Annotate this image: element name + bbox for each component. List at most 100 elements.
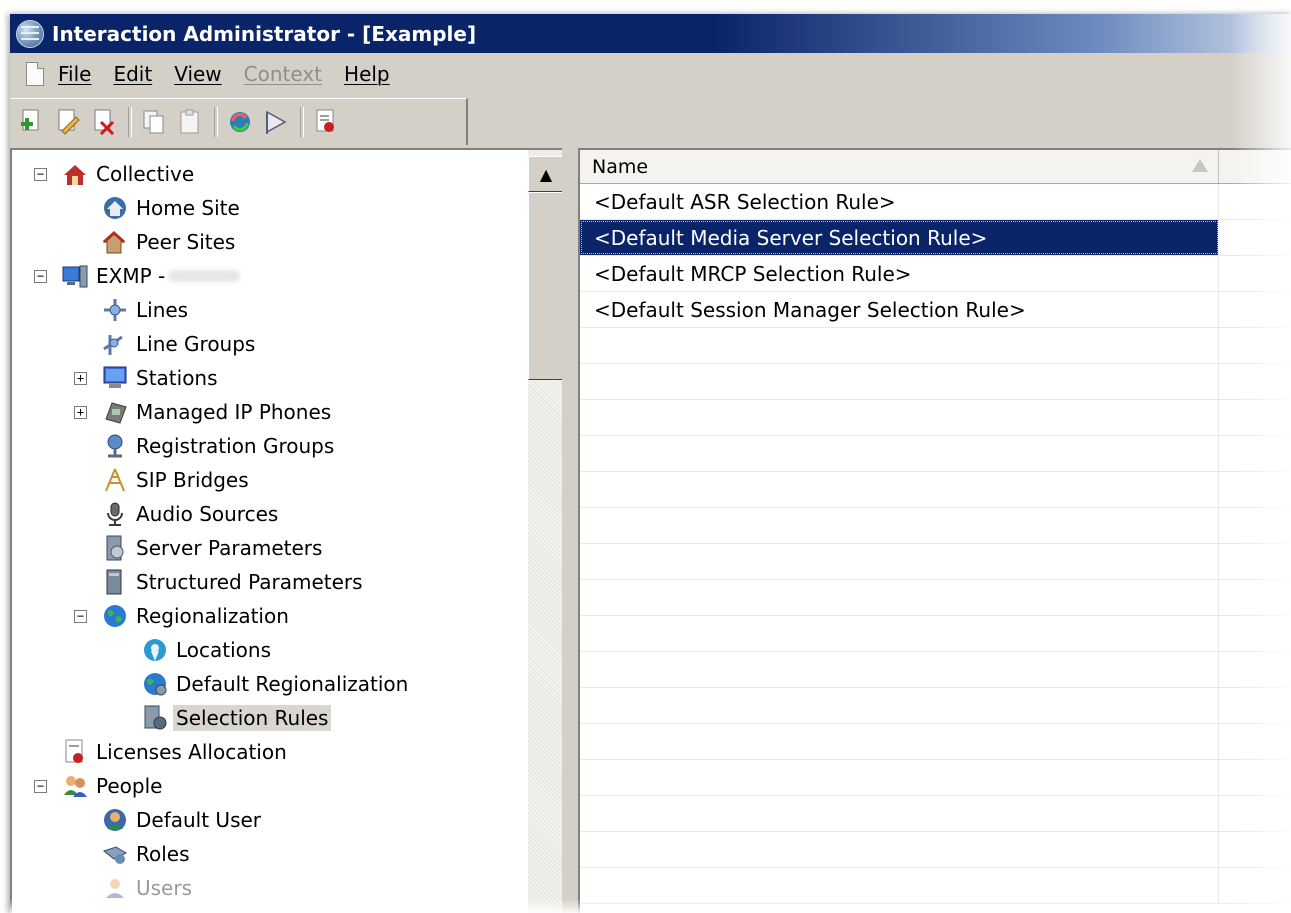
paste-icon [180, 109, 199, 134]
server-icon [62, 265, 88, 288]
list-item[interactable]: <Default MRCP Selection Rule> [580, 256, 1291, 292]
tree-item-registration-groups[interactable]: Registration Groups [102, 431, 337, 461]
empty-row [580, 508, 1291, 544]
tree-expand-button[interactable]: + [74, 372, 87, 385]
home-site-icon [104, 197, 126, 219]
phone-icon [105, 402, 127, 424]
tree-collapse-button[interactable]: − [34, 780, 47, 793]
app-globe-icon [16, 19, 44, 48]
tree-item-licenses-allocation[interactable]: Licenses Allocation [62, 737, 290, 767]
menu-bar: File Edit View Context Help [10, 56, 1291, 92]
toolbar [10, 98, 468, 145]
tree-item-sip-bridges[interactable]: SIP Bridges [102, 465, 252, 495]
list-header: Name [580, 150, 1291, 184]
copy-button[interactable] [140, 108, 168, 136]
refresh-button[interactable] [226, 108, 254, 136]
document-icon[interactable] [26, 62, 44, 86]
tree-item-people[interactable]: People [62, 771, 165, 801]
peer-sites-icon [102, 230, 126, 254]
empty-row [580, 472, 1291, 508]
list-item[interactable]: <Default ASR Selection Rule> [580, 184, 1291, 220]
tree-collapse-button[interactable]: − [74, 610, 87, 623]
empty-row [580, 688, 1291, 724]
refresh-icon [230, 112, 250, 132]
server-parameters-icon [106, 535, 124, 561]
empty-row [580, 436, 1291, 472]
empty-row [580, 580, 1291, 616]
selection-rules-list[interactable]: Name <Default ASR Selection Rule> <Defau… [578, 148, 1291, 913]
empty-row [580, 616, 1291, 652]
title-bar[interactable]: Interaction Administrator - [Example] [10, 14, 1291, 53]
tree-item-structured-parameters[interactable]: Structured Parameters [102, 567, 366, 597]
default-regionalization-icon [144, 673, 167, 696]
tree-item-home-site[interactable]: Home Site [102, 193, 243, 223]
structured-parameters-icon [106, 569, 122, 595]
tree-expand-button[interactable]: + [74, 406, 87, 419]
tree-collapse-button[interactable]: − [34, 168, 47, 181]
delete-button[interactable] [90, 108, 118, 136]
sign-icon [266, 110, 287, 134]
empty-row [580, 724, 1291, 760]
toolbar-separator [128, 107, 132, 137]
tree-item-regionalization[interactable]: Regionalization [102, 601, 292, 631]
tree-item-default-regionalization[interactable]: Default Regionalization [142, 669, 411, 699]
list-item[interactable]: <Default Session Manager Selection Rule> [580, 292, 1291, 328]
menu-file[interactable]: File [58, 62, 91, 86]
tree-item-collective[interactable]: Collective [62, 159, 197, 189]
tree-scrollbar[interactable]: ▲ [528, 150, 564, 913]
empty-row [580, 832, 1291, 868]
tree-item-selection-rules[interactable]: Selection Rules [142, 703, 332, 733]
toolbar-separator [300, 107, 304, 137]
scroll-up-button[interactable]: ▲ [528, 156, 564, 192]
navigation-tree[interactable]: − Collective Home Site Peer Sites − EXMP… [10, 148, 564, 913]
empty-row [580, 544, 1291, 580]
tree-item-default-user[interactable]: Default User [102, 805, 264, 835]
tree-item-locations[interactable]: Locations [142, 635, 274, 665]
menu-edit[interactable]: Edit [113, 62, 152, 86]
edit-button[interactable] [54, 108, 82, 136]
locations-icon [144, 639, 166, 661]
menu-help[interactable]: Help [344, 62, 390, 86]
sip-bridges-icon [105, 468, 125, 492]
window-title: Interaction Administrator - [Example] [52, 21, 477, 46]
pane-splitter[interactable] [562, 148, 578, 913]
tree-item-lines[interactable]: Lines [102, 295, 191, 325]
paste-button[interactable] [176, 108, 204, 136]
copy-icon [143, 110, 164, 134]
users-icon [106, 879, 124, 898]
tree-item-users[interactable]: Users [102, 873, 195, 903]
audio-sources-icon [107, 502, 123, 526]
tree-item-audio-sources[interactable]: Audio Sources [102, 499, 281, 529]
tree-collapse-button[interactable]: − [34, 270, 47, 283]
edit-icon [58, 109, 80, 135]
new-button[interactable] [18, 108, 46, 136]
tree-item-peer-sites[interactable]: Peer Sites [102, 227, 238, 257]
sign-button[interactable] [262, 108, 290, 136]
menu-context[interactable]: Context [244, 62, 322, 86]
list-item[interactable]: <Default Media Server Selection Rule> [580, 220, 1291, 256]
sort-ascending-icon [1192, 159, 1208, 172]
delete-icon [94, 109, 115, 135]
menu-view[interactable]: View [174, 62, 221, 86]
line-groups-icon [103, 335, 123, 355]
globe-icon [104, 605, 126, 627]
license-button[interactable] [312, 108, 340, 136]
selection-rules-icon [144, 705, 167, 730]
tree-item-line-groups[interactable]: Line Groups [102, 329, 258, 359]
tree-item-server-parameters[interactable]: Server Parameters [102, 533, 325, 563]
list-item-name: <Default MRCP Selection Rule> [594, 261, 912, 286]
column-header-name[interactable]: Name [580, 150, 1219, 183]
lines-icon [104, 299, 126, 321]
licenses-icon [65, 739, 83, 763]
people-icon [64, 776, 87, 797]
list-item-name: <Default Media Server Selection Rule> [594, 225, 988, 250]
blurred-server-name [168, 270, 241, 282]
default-user-icon [104, 809, 126, 831]
tree-item-stations[interactable]: Stations [102, 363, 221, 393]
tree-item-roles[interactable]: Roles [102, 839, 193, 869]
empty-row [580, 760, 1291, 796]
empty-row [580, 328, 1291, 364]
tree-item-managed-ip-phones[interactable]: Managed IP Phones [102, 397, 334, 427]
scroll-thumb[interactable] [528, 192, 564, 380]
tree-item-server[interactable]: EXMP - [62, 261, 241, 291]
